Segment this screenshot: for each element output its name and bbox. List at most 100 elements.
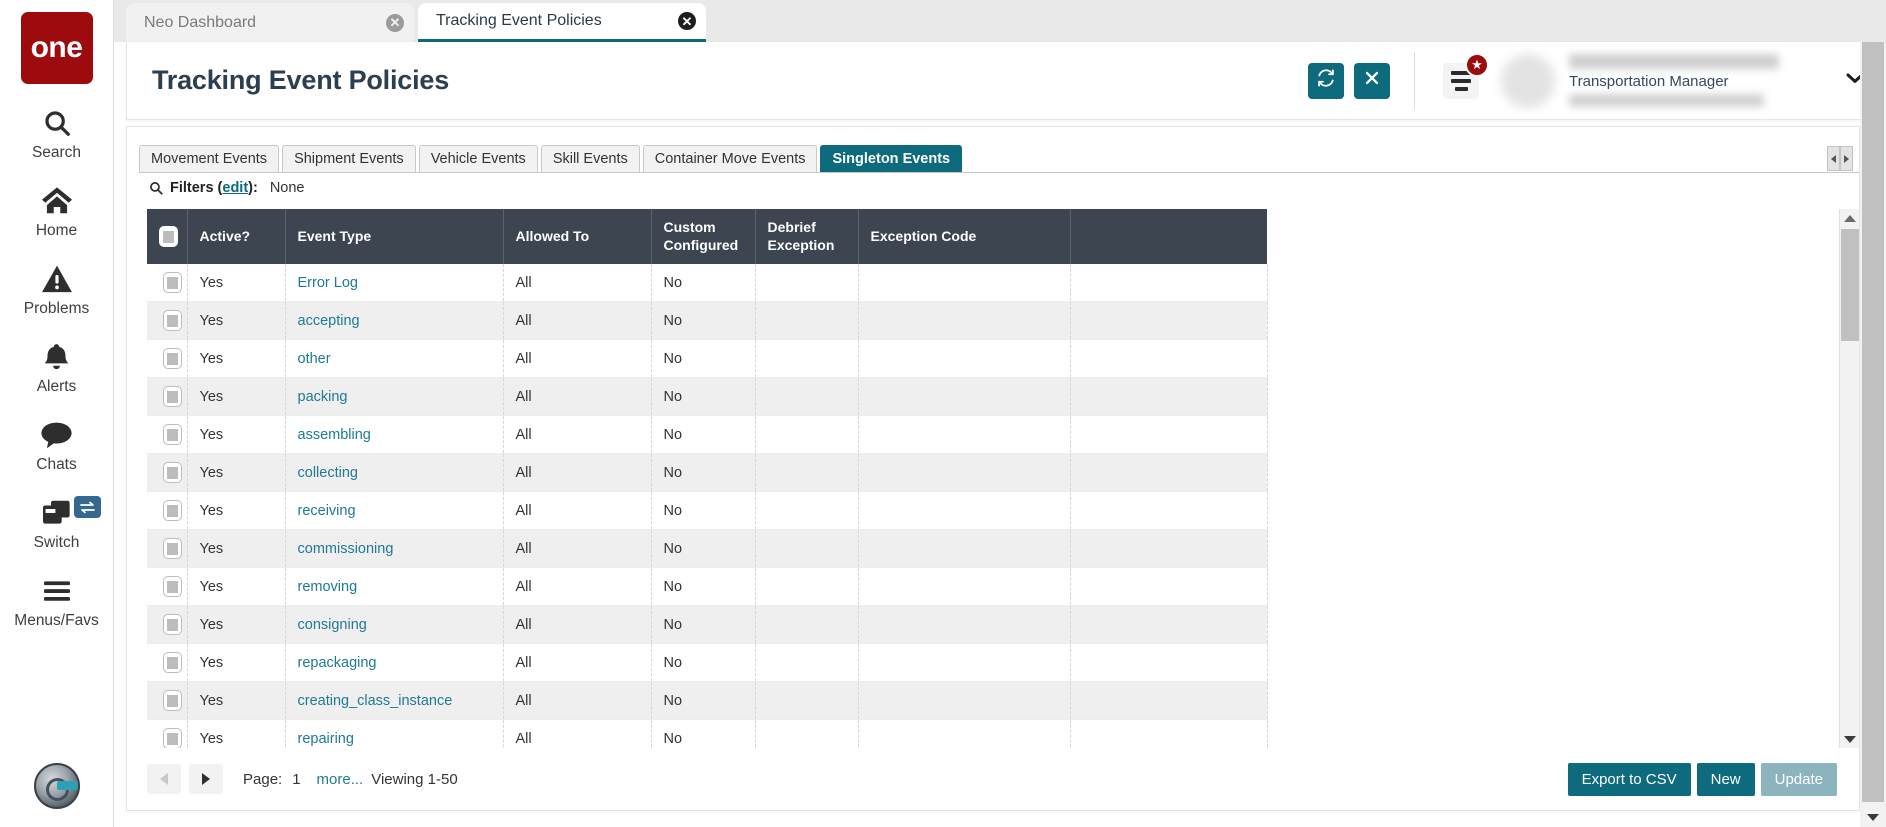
- page-vertical-scrollbar[interactable]: [1860, 42, 1886, 827]
- cell-debrief-exception: [755, 491, 859, 530]
- cell-active: Yes: [187, 605, 286, 644]
- column-header-active[interactable]: Active?: [187, 209, 286, 264]
- table-row[interactable]: Yes removing All No: [147, 567, 1268, 606]
- scroll-down-button[interactable]: [1840, 730, 1859, 748]
- cell-event-type: repackaging: [285, 643, 504, 682]
- tab-vehicle-events[interactable]: Vehicle Events: [418, 145, 538, 172]
- row-checkbox[interactable]: [163, 690, 183, 711]
- event-type-link[interactable]: consigning: [298, 617, 367, 633]
- table-row[interactable]: Yes other All No: [147, 339, 1268, 378]
- event-type-link[interactable]: receiving: [298, 503, 356, 519]
- event-type-link[interactable]: other: [298, 351, 331, 367]
- table-row[interactable]: Yes repackaging All No: [147, 643, 1268, 682]
- row-checkbox[interactable]: [163, 272, 183, 293]
- tab-shipment-events[interactable]: Shipment Events: [282, 145, 416, 172]
- table-row[interactable]: Yes receiving All No: [147, 491, 1268, 530]
- cell-event-type: Error Log: [285, 264, 504, 302]
- tab-movement-events[interactable]: Movement Events: [139, 145, 280, 172]
- column-header-debrief-exception[interactable]: Debrief Exception: [755, 209, 859, 264]
- sidebar-item-home[interactable]: Home: [0, 184, 113, 240]
- scroll-up-button[interactable]: [1840, 209, 1859, 227]
- tab-skill-events[interactable]: Skill Events: [540, 145, 640, 172]
- row-checkbox[interactable]: [163, 424, 183, 445]
- table-row[interactable]: Yes commissioning All No: [147, 529, 1268, 568]
- column-header-allowed-to[interactable]: Allowed To: [503, 209, 652, 264]
- refresh-button[interactable]: [1308, 62, 1344, 99]
- tab-singleton-events[interactable]: Singleton Events: [820, 145, 963, 172]
- event-type-link[interactable]: repackaging: [298, 655, 377, 671]
- row-checkbox[interactable]: [163, 348, 183, 369]
- close-page-button[interactable]: [1354, 62, 1390, 99]
- update-button[interactable]: Update: [1760, 762, 1837, 796]
- event-type-link[interactable]: assembling: [298, 427, 371, 443]
- sidebar-item-problems[interactable]: Problems: [0, 262, 113, 318]
- one-logo[interactable]: one: [20, 12, 93, 84]
- new-button[interactable]: New: [1696, 762, 1755, 796]
- browser-tab-tracking-event-policies[interactable]: Tracking Event Policies ✕: [418, 3, 706, 42]
- browser-tab-neo-dashboard[interactable]: Neo Dashboard ✕: [126, 3, 414, 42]
- table-row[interactable]: Yes creating_class_instance All No: [147, 681, 1268, 720]
- event-type-link[interactable]: commissioning: [298, 541, 394, 557]
- page-scrollbar-thumb[interactable]: [1862, 42, 1884, 802]
- arrow-right-icon: [1844, 154, 1849, 163]
- close-circle-icon[interactable]: ✕: [386, 13, 404, 32]
- sidebar-item-chats[interactable]: Chats: [0, 418, 113, 474]
- scrollbar-thumb[interactable]: [1841, 229, 1859, 341]
- tab-container-move-events[interactable]: Container Move Events: [642, 145, 818, 172]
- table-header-row: Active? Event Type Allowed To Custom Con…: [147, 209, 1267, 264]
- column-header-exception-code[interactable]: Exception Code: [858, 209, 1071, 264]
- event-type-link[interactable]: Error Log: [298, 275, 358, 291]
- row-checkbox[interactable]: [163, 310, 183, 331]
- event-type-link[interactable]: removing: [298, 579, 358, 595]
- event-type-link[interactable]: repairing: [298, 731, 354, 747]
- event-type-link[interactable]: collecting: [298, 465, 358, 481]
- row-checkbox[interactable]: [163, 500, 183, 521]
- row-checkbox[interactable]: [163, 386, 183, 407]
- row-checkbox[interactable]: [163, 462, 183, 483]
- table-scroll-region: Active? Event Type Allowed To Custom Con…: [147, 209, 1837, 748]
- cell-allowed-to: All: [503, 377, 652, 416]
- sidebar-item-menus-favs[interactable]: Menus/Favs: [0, 574, 113, 630]
- swap-arrows-icon[interactable]: [74, 496, 101, 518]
- page-scroll-down-button[interactable]: [1860, 807, 1886, 827]
- row-checkbox[interactable]: [163, 576, 183, 597]
- column-header-event-type[interactable]: Event Type: [285, 209, 504, 264]
- user-profile[interactable]: Transportation Manager: [1501, 42, 1819, 120]
- next-page-button[interactable]: [189, 764, 223, 794]
- table-vertical-scrollbar[interactable]: [1839, 209, 1859, 748]
- cell-event-type: creating_class_instance: [285, 681, 504, 720]
- event-type-link[interactable]: creating_class_instance: [298, 693, 453, 709]
- event-type-link[interactable]: accepting: [298, 313, 360, 329]
- table-row[interactable]: Yes consigning All No: [147, 605, 1268, 644]
- row-checkbox[interactable]: [163, 538, 183, 559]
- close-circle-icon[interactable]: ✕: [678, 12, 696, 30]
- event-type-link[interactable]: packing: [298, 389, 348, 405]
- column-header-custom-configured[interactable]: Custom Configured: [651, 209, 756, 264]
- context-menu-button[interactable]: ★: [1443, 52, 1489, 99]
- table-row[interactable]: Yes repairing All No: [147, 719, 1268, 748]
- export-to-csv-button[interactable]: Export to CSV: [1567, 762, 1691, 796]
- chevron-right-icon: [202, 773, 210, 785]
- sidebar-item-alerts[interactable]: Alerts: [0, 340, 113, 396]
- cell-allowed-to: All: [503, 643, 652, 682]
- select-all-checkbox[interactable]: [159, 226, 178, 247]
- previous-page-button[interactable]: [147, 764, 181, 794]
- cell-exception-code: [858, 415, 1071, 454]
- filters-label: Filters (: [170, 180, 223, 196]
- table-row[interactable]: Yes packing All No: [147, 377, 1268, 416]
- robot-head-avatar[interactable]: [33, 763, 80, 809]
- table-row[interactable]: Yes accepting All No: [147, 301, 1268, 340]
- table-row[interactable]: Yes collecting All No: [147, 453, 1268, 492]
- filters-edit-link[interactable]: edit: [222, 180, 248, 196]
- tab-scroll-left-button[interactable]: [1827, 146, 1840, 171]
- table-row[interactable]: Yes assembling All No: [147, 415, 1268, 454]
- tab-scroll-right-button[interactable]: [1840, 146, 1853, 171]
- table-row[interactable]: Yes Error Log All No: [147, 264, 1268, 302]
- row-checkbox[interactable]: [163, 614, 183, 635]
- cell-debrief-exception: [755, 567, 859, 606]
- row-checkbox[interactable]: [163, 728, 183, 748]
- sidebar-item-switch[interactable]: Switch: [0, 496, 113, 552]
- row-checkbox[interactable]: [163, 652, 183, 673]
- sidebar-item-search[interactable]: Search: [0, 106, 113, 162]
- more-pages-link[interactable]: more...: [317, 771, 364, 788]
